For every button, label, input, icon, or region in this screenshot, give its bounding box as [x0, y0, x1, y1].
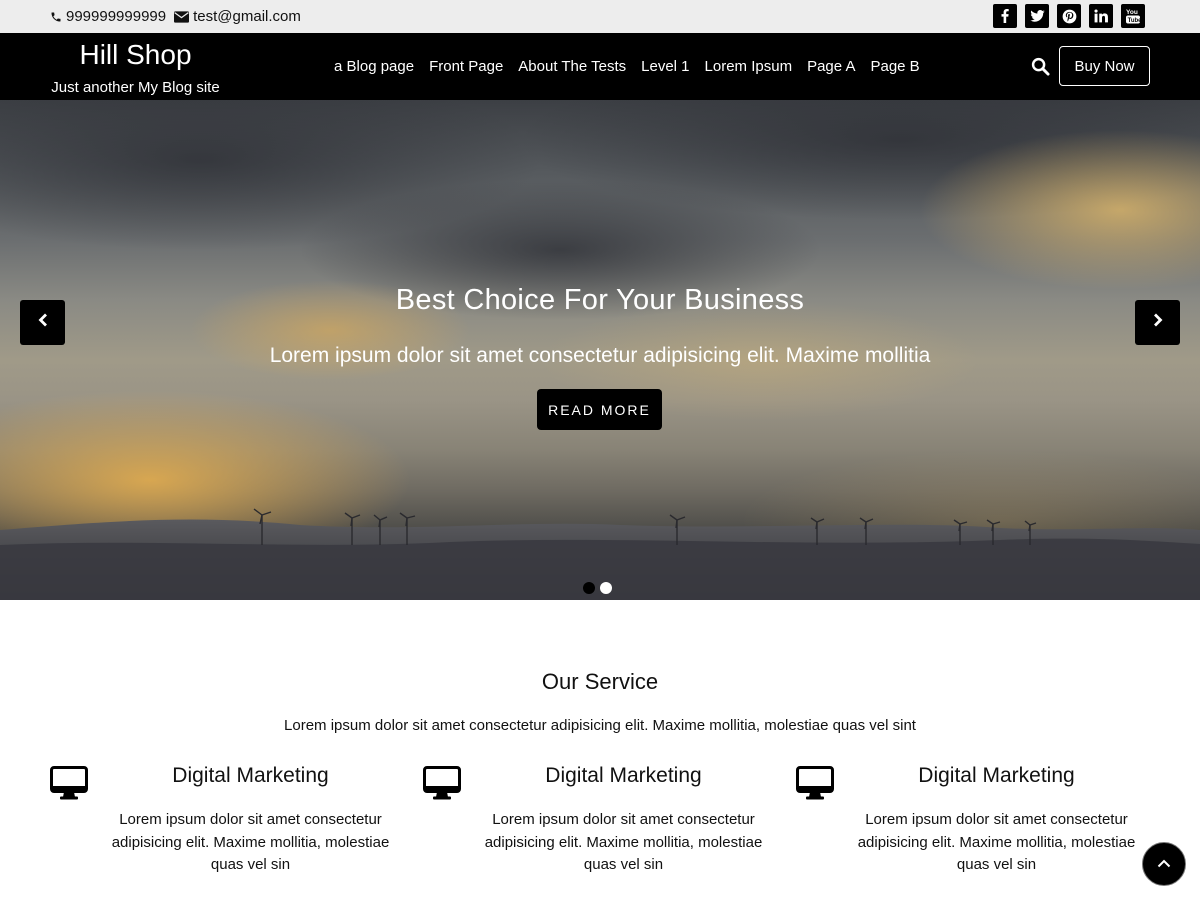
service-heading: Our Service	[541, 669, 659, 694]
buy-now-button[interactable]: Buy Now	[1059, 46, 1150, 86]
site-tagline: Just another My Blog site	[51, 79, 220, 96]
slider-dot-2[interactable]	[600, 582, 612, 594]
linkedin-link[interactable]	[1089, 4, 1113, 28]
nav-item-lorem-ipsum[interactable]: Lorem Ipsum	[705, 58, 793, 75]
service-title: Digital Marketing	[918, 764, 1075, 787]
desktop-icon	[423, 766, 461, 800]
email-address: test@gmail.com	[193, 8, 301, 25]
facebook-link[interactable]	[993, 4, 1017, 28]
service-description: Lorem ipsum dolor sit amet consectetur a…	[484, 811, 763, 873]
contact-info: 999999999999 test@gmail.com	[50, 0, 301, 33]
facebook-icon	[1001, 9, 1009, 23]
site-branding[interactable]: Hill Shop Just another My Blog site	[50, 33, 221, 97]
twitter-icon	[1029, 10, 1045, 22]
chevron-up-icon	[1157, 855, 1171, 873]
nav-item-page-b[interactable]: Page B	[870, 58, 919, 75]
top-bar: 999999999999 test@gmail.com You Tube	[0, 0, 1200, 33]
service-description: Lorem ipsum dolor sit amet consectetur a…	[857, 811, 1136, 873]
site-title[interactable]: Hill Shop	[50, 40, 221, 70]
service-card: Digital Marketing Lorem ipsum dolor sit …	[796, 762, 1151, 892]
service-description: Lorem ipsum dolor sit amet consectetur a…	[111, 811, 390, 873]
nav-item-page-a[interactable]: Page A	[807, 58, 855, 75]
slider-dot-1[interactable]	[583, 582, 595, 594]
svg-text:Tube: Tube	[1128, 18, 1140, 24]
nav-item-about-the-tests[interactable]: About The Tests	[518, 58, 626, 75]
hero-slider: Best Choice For Your Business Lorem ipsu…	[0, 100, 1200, 600]
service-card: Digital Marketing Lorem ipsum dolor sit …	[50, 762, 405, 892]
svg-text:You: You	[1126, 9, 1138, 16]
pinterest-link[interactable]	[1057, 4, 1081, 28]
hero-subtitle: Lorem ipsum dolor sit amet consectetur a…	[269, 344, 931, 367]
phone-number: 999999999999	[66, 8, 167, 25]
youtube-link[interactable]: You Tube	[1121, 4, 1145, 28]
linkedin-icon	[1094, 9, 1108, 23]
nav-item-blog-page[interactable]: a Blog page	[334, 58, 414, 75]
site-header: Hill Shop Just another My Blog site a Bl…	[0, 33, 1200, 100]
pinterest-icon	[1062, 9, 1077, 24]
nav-item-front-page[interactable]: Front Page	[429, 58, 503, 75]
phone-icon	[50, 11, 62, 23]
hero-title: Best Choice For Your Business	[395, 284, 805, 316]
desktop-icon	[50, 766, 88, 800]
desktop-icon	[796, 766, 834, 800]
service-title: Digital Marketing	[545, 764, 702, 787]
slider-indicators	[583, 582, 612, 594]
service-title: Digital Marketing	[172, 764, 329, 787]
nav-item-level-1[interactable]: Level 1	[641, 58, 689, 75]
phone-contact[interactable]: 999999999999	[50, 8, 166, 25]
service-card: Digital Marketing Lorem ipsum dolor sit …	[423, 762, 778, 892]
email-contact[interactable]: test@gmail.com	[174, 8, 301, 25]
youtube-icon: You Tube	[1126, 8, 1140, 24]
read-more-button[interactable]: READ MORE	[537, 389, 662, 430]
service-intro: Lorem ipsum dolor sit amet consectetur a…	[284, 717, 916, 734]
social-links: You Tube	[993, 4, 1145, 28]
back-to-top-button[interactable]	[1142, 842, 1186, 886]
envelope-icon	[174, 10, 190, 23]
search-icon[interactable]	[1031, 57, 1051, 77]
main-navigation: a Blog page Front Page About The Tests L…	[334, 33, 920, 100]
twitter-link[interactable]	[1025, 4, 1049, 28]
